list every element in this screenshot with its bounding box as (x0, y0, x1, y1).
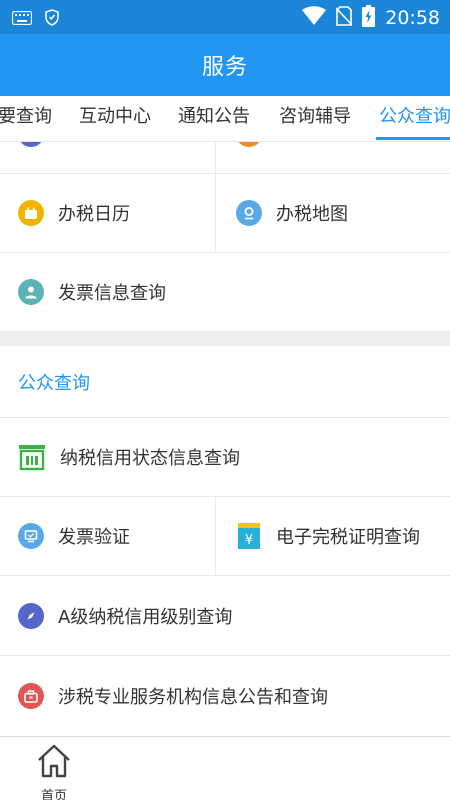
nav-home-button[interactable]: 首页 (32, 743, 76, 800)
active-tab-indicator (376, 137, 450, 140)
yen-card-icon: ¥ (236, 522, 262, 550)
bottom-nav: 首页 (0, 736, 450, 800)
tax-map-button[interactable]: 办税地图 (236, 174, 436, 252)
tax-agency-info-query-label: 涉税专业服务机构信息公告和查询 (58, 687, 328, 708)
service-list[interactable]: 办税日历 办税地图 发票信息查询 公众查询 纳税信用状态信息查询 发票验证 ¥ … (0, 142, 450, 736)
tax-agency-info-query-button[interactable]: 涉税专业服务机构信息公告和查询 (0, 656, 450, 736)
battery-charging-icon (362, 5, 376, 31)
status-bar: 20:58 (0, 0, 450, 34)
compass-icon (18, 602, 44, 629)
tab-interaction-center[interactable]: 互动中心 (79, 96, 151, 141)
person-icon (18, 279, 44, 305)
no-sim-icon (335, 6, 353, 30)
section-header: 公众查询 (0, 346, 450, 418)
invoice-verify-button[interactable]: 发票验证 (18, 497, 214, 575)
invoice-info-query-button[interactable]: 发票信息查询 (0, 253, 450, 332)
invoice-verify-label: 发票验证 (58, 527, 130, 548)
shield-icon (44, 9, 60, 30)
tax-map-label: 办税地图 (276, 204, 348, 225)
calendar-icon (18, 200, 44, 226)
monitor-icon (18, 523, 44, 549)
credit-status-query-button[interactable]: 纳税信用状态信息查询 (0, 418, 450, 497)
section-separator (0, 332, 450, 346)
page-title: 服务 (201, 55, 248, 80)
clock: 20:58 (385, 7, 440, 29)
tax-certificate-query-button[interactable]: ¥ 电子完税证明查询 (236, 497, 446, 575)
grid-row-clipped (0, 142, 450, 174)
tax-calendar-button[interactable]: 办税日历 (18, 174, 214, 252)
tax-certificate-query-label: 电子完税证明查询 (276, 527, 420, 548)
wifi-icon (302, 6, 327, 30)
app-bar: 服务 (0, 34, 450, 96)
building-icon (18, 443, 46, 471)
tab-notices[interactable]: 通知公告 (178, 96, 250, 141)
invoice-info-query-label: 发票信息查询 (58, 283, 166, 304)
keyboard-icon (11, 10, 33, 29)
section-title-public-query: 公众查询 (18, 373, 90, 394)
grid-row: 发票验证 ¥ 电子完税证明查询 (0, 497, 450, 576)
home-icon (36, 743, 72, 783)
tab-consulting[interactable]: 咨询辅导 (279, 96, 351, 141)
tax-calendar-label: 办税日历 (58, 204, 130, 225)
grid-row: 办税日历 办税地图 (0, 174, 450, 253)
credit-status-query-label: 纳税信用状态信息查询 (60, 448, 240, 469)
service-icon (236, 142, 262, 147)
tab-key-query[interactable]: 要查询 (0, 96, 52, 141)
service-icon (18, 142, 44, 147)
a-credit-level-query-label: A级纳税信用级别查询 (58, 606, 233, 628)
map-pin-icon (236, 200, 262, 226)
svg-text:¥: ¥ (245, 533, 253, 548)
tab-public-query[interactable]: 公众查询 (379, 96, 450, 141)
nav-home-label: 首页 (40, 789, 67, 800)
briefcase-icon (18, 683, 44, 709)
a-credit-level-query-button[interactable]: A级纳税信用级别查询 (0, 576, 450, 656)
tab-bar: 要查询 互动中心 通知公告 咨询辅导 公众查询 (0, 96, 450, 142)
